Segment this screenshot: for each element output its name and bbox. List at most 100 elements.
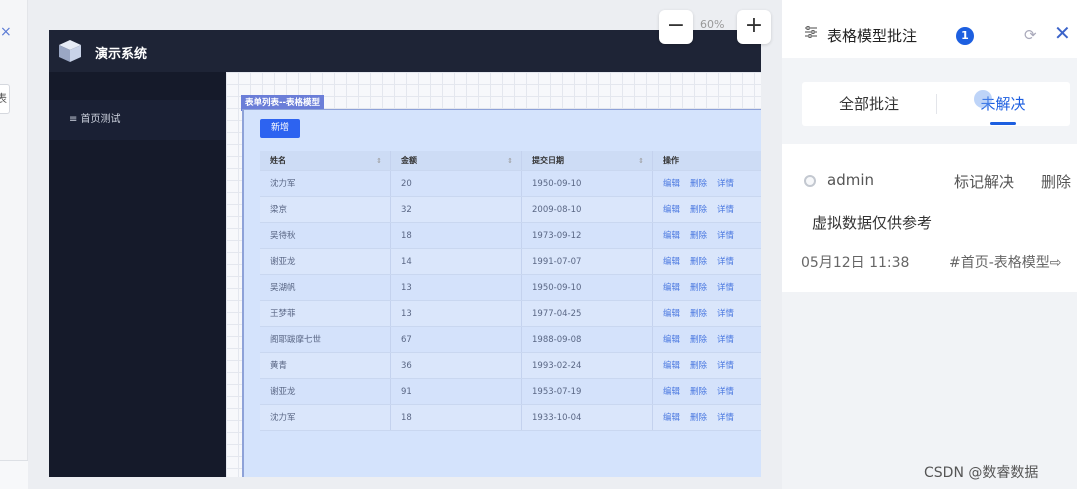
cell-amount: 20 — [391, 171, 522, 196]
cell-name: 谢亚龙 — [260, 249, 391, 274]
cell-amount: 32 — [391, 197, 522, 222]
cell-name: 沈力军 — [260, 405, 391, 430]
edit-link[interactable]: 编辑 — [663, 413, 680, 423]
app-main-grid: 表单列表--表格模型 新增 姓名 ⇕ 金额 ⇕ 提交日期 ⇕ 操作 沈力军 20 1950… — [226, 72, 761, 477]
add-button[interactable]: 新增 — [260, 119, 300, 138]
table-row: 沈力军 20 1950-09-10 编辑 删除 详情 — [260, 171, 761, 197]
delete-link[interactable]: 删除 — [690, 387, 707, 397]
detail-link[interactable]: 详情 — [717, 335, 734, 345]
cell-date: 1950-09-10 — [522, 275, 653, 300]
refresh-icon[interactable]: ⟳ — [1024, 26, 1037, 44]
delete-link[interactable]: 删除 — [690, 309, 707, 319]
filter-icon — [805, 26, 817, 38]
cell-date: 1933-10-04 — [522, 405, 653, 430]
sidebar-item-home-test[interactable]: ≡ 首页测试 — [49, 100, 226, 140]
app-header: 演示系统 — [49, 30, 761, 72]
detail-link[interactable]: 详情 — [717, 387, 734, 397]
delete-link[interactable]: 删除 — [690, 283, 707, 293]
cursor-highlight — [974, 90, 992, 108]
edit-link[interactable]: 编辑 — [663, 205, 680, 215]
column-header-amount[interactable]: 金额 ⇕ — [391, 151, 522, 170]
cell-actions: 编辑 删除 详情 — [653, 353, 761, 378]
delete-link[interactable]: 删除 — [690, 361, 707, 371]
detail-link[interactable]: 详情 — [717, 283, 734, 293]
column-header-date[interactable]: 提交日期 ⇕ — [522, 151, 653, 170]
cell-amount: 14 — [391, 249, 522, 274]
close-icon[interactable]: × — [0, 24, 12, 40]
zoom-in-button[interactable]: + — [737, 10, 771, 44]
table-row: 谢亚龙 91 1953-07-19 编辑 删除 详情 — [260, 379, 761, 405]
detail-link[interactable]: 详情 — [717, 179, 734, 189]
delete-link[interactable]: 删除 — [690, 413, 707, 423]
watermark: CSDN @数睿数据 — [924, 465, 1039, 481]
delete-link[interactable]: 删除 — [690, 231, 707, 241]
zoom-out-button[interactable]: − — [659, 10, 693, 44]
cell-amount: 67 — [391, 327, 522, 352]
delete-link[interactable]: 删除 — [690, 205, 707, 215]
annotation-user: admin — [827, 171, 874, 189]
detail-link[interactable]: 详情 — [717, 231, 734, 241]
sort-icon[interactable]: ⇕ — [376, 151, 382, 171]
cell-actions: 编辑 删除 详情 — [653, 405, 761, 430]
sort-icon[interactable]: ⇕ — [507, 151, 513, 171]
column-header-name[interactable]: 姓名 ⇕ — [260, 151, 391, 170]
delete-annotation-button[interactable]: 删除 — [1041, 171, 1071, 192]
tab-unresolved[interactable]: 未解决 — [936, 82, 1070, 126]
edit-link[interactable]: 编辑 — [663, 335, 680, 345]
table-row: 阁耶跋摩七世 67 1988-09-08 编辑 删除 详情 — [260, 327, 761, 353]
app-preview[interactable]: 演示系统 ≡ 首页测试 表单列表--表格模型 新增 姓名 ⇕ 金额 ⇕ 提交日期 ⇕ … — [49, 30, 761, 477]
tab-all-annotations[interactable]: 全部批注 — [802, 82, 936, 126]
table-row: 谢亚龙 14 1991-07-07 编辑 删除 详情 — [260, 249, 761, 275]
cell-name: 王梦菲 — [260, 301, 391, 326]
left-strip-footer — [0, 460, 28, 489]
cell-amount: 36 — [391, 353, 522, 378]
app-title: 演示系统 — [95, 47, 148, 62]
close-panel-icon[interactable]: ✕ — [1054, 21, 1071, 45]
zoom-level: 60% — [700, 18, 725, 31]
cell-actions: 编辑 删除 详情 — [653, 171, 761, 196]
delete-link[interactable]: 删除 — [690, 257, 707, 267]
detail-link[interactable]: 详情 — [717, 413, 734, 423]
annotation-comment: 虚拟数据仅供参考 — [812, 214, 933, 232]
cell-name: 梁京 — [260, 197, 391, 222]
table-row: 黄青 36 1993-02-24 编辑 删除 详情 — [260, 353, 761, 379]
cell-actions: 编辑 删除 详情 — [653, 223, 761, 248]
active-tab-indicator — [990, 122, 1016, 125]
annotation-time: 05月12日 11:38 — [801, 255, 910, 271]
edit-link[interactable]: 编辑 — [663, 257, 680, 267]
detail-link[interactable]: 详情 — [717, 205, 734, 215]
count-badge: 1 — [956, 27, 974, 45]
edit-link[interactable]: 编辑 — [663, 387, 680, 397]
cell-date: 2009-08-10 — [522, 197, 653, 222]
cell-name: 谢亚龙 — [260, 379, 391, 404]
mark-resolved-button[interactable]: 标记解决 — [954, 171, 1014, 192]
cell-name: 沈力军 — [260, 171, 391, 196]
delete-link[interactable]: 删除 — [690, 335, 707, 345]
edit-link[interactable]: 编辑 — [663, 283, 680, 293]
data-table: 姓名 ⇕ 金额 ⇕ 提交日期 ⇕ 操作 沈力军 20 1950-09-10 编辑 删除 详情 梁京… — [260, 151, 761, 431]
table-row: 吴待秋 18 1973-09-12 编辑 删除 详情 — [260, 223, 761, 249]
detail-link[interactable]: 详情 — [717, 309, 734, 319]
detail-link[interactable]: 详情 — [717, 257, 734, 267]
cell-amount: 18 — [391, 405, 522, 430]
cell-amount: 18 — [391, 223, 522, 248]
edit-link[interactable]: 编辑 — [663, 361, 680, 371]
annotation-tabs: 全部批注 未解决 — [802, 82, 1070, 126]
user-avatar-icon — [804, 175, 816, 187]
delete-link[interactable]: 删除 — [690, 179, 707, 189]
sort-icon[interactable]: ⇕ — [638, 151, 644, 171]
cell-name: 吴待秋 — [260, 223, 391, 248]
table-component[interactable]: 新增 姓名 ⇕ 金额 ⇕ 提交日期 ⇕ 操作 沈力军 20 1950-09-10 编辑 删除详… — [242, 109, 761, 477]
edit-link[interactable]: 编辑 — [663, 179, 680, 189]
annotation-location-link[interactable]: #首页-表格模型⇨ — [949, 252, 1062, 272]
cell-date: 1977-04-25 — [522, 301, 653, 326]
column-header-actions: 操作 — [663, 156, 679, 165]
cell-actions: 编辑 删除 详情 — [653, 327, 761, 352]
edit-link[interactable]: 编辑 — [663, 309, 680, 319]
cell-actions: 编辑 删除 详情 — [653, 275, 761, 300]
detail-link[interactable]: 详情 — [717, 361, 734, 371]
left-collapsed-tab[interactable]: 表 — [0, 84, 10, 114]
cell-date: 1991-07-07 — [522, 249, 653, 274]
edit-link[interactable]: 编辑 — [663, 231, 680, 241]
cell-amount: 13 — [391, 275, 522, 300]
